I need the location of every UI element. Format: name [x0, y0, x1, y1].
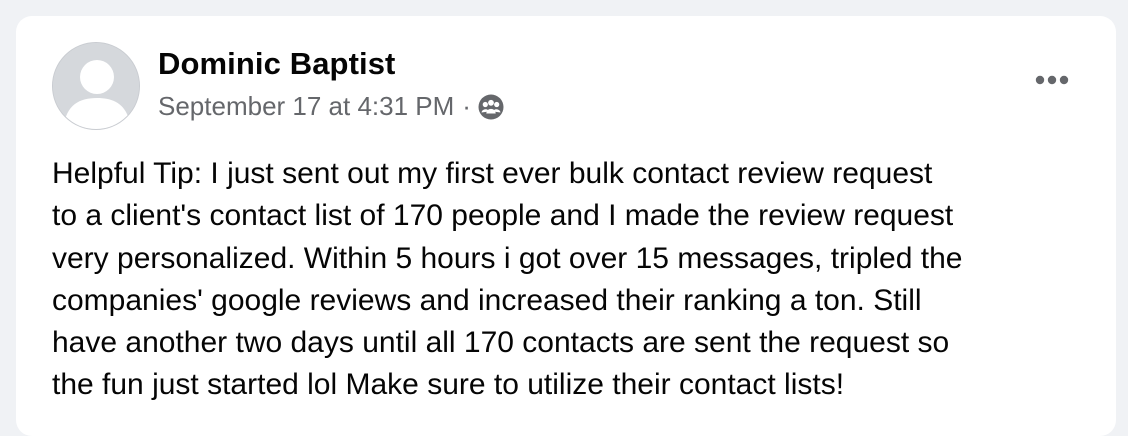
avatar[interactable]: [52, 42, 140, 130]
group-icon[interactable]: [477, 93, 505, 121]
meta-separator: ·: [462, 91, 471, 121]
more-options-icon: [1035, 75, 1069, 85]
post-meta: September 17 at 4:31 PM ·: [158, 91, 505, 122]
post-timestamp[interactable]: September 17 at 4:31 PM: [158, 91, 454, 122]
post-body-text: Helpful Tip: I just sent out my first ev…: [52, 157, 963, 402]
post-card: Dominic Baptist September 17 at 4:31 PM …: [16, 16, 1116, 436]
default-profile-icon: [53, 43, 139, 129]
more-options-button[interactable]: [1028, 60, 1076, 100]
author-name[interactable]: Dominic Baptist: [158, 46, 395, 82]
